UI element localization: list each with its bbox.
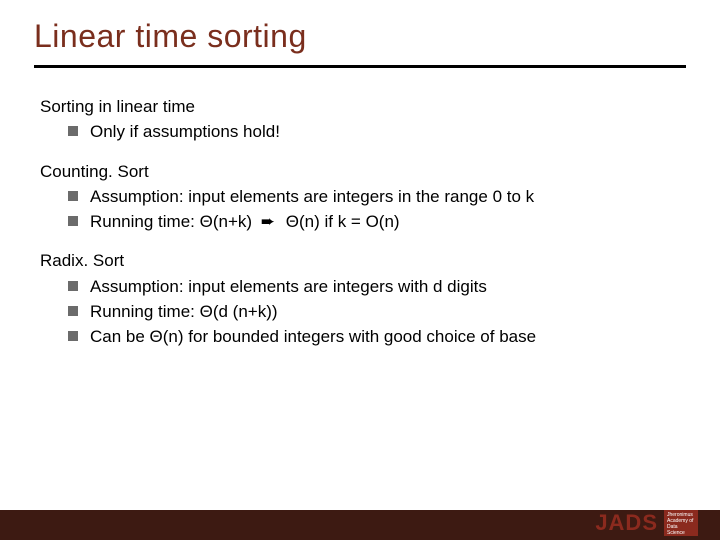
bullet-list: Assumption: input elements are integers … (40, 276, 680, 348)
list-item: Running time: Θ(d (n+k)) (68, 301, 680, 322)
list-item: Running time: Θ(n+k) ➨ Θ(n) if k = O(n) (68, 211, 680, 232)
bullet-icon (68, 281, 78, 291)
bullet-icon (68, 306, 78, 316)
bullet-list: Only if assumptions hold! (40, 121, 680, 142)
footer: JADS Jheronimus Academy of Data Science (0, 510, 720, 540)
list-item: Assumption: input elements are integers … (68, 276, 680, 297)
list-item: Only if assumptions hold! (68, 121, 680, 142)
logo: JADS Jheronimus Academy of Data Science (595, 510, 698, 536)
slide-title: Linear time sorting (0, 0, 720, 61)
section-head: Counting. Sort (40, 161, 680, 182)
slide-body: Sorting in linear time Only if assumptio… (0, 68, 720, 347)
bullet-text: Assumption: input elements are integers … (90, 187, 534, 206)
bullet-icon (68, 331, 78, 341)
bullet-text: Running time: Θ(d (n+k)) (90, 302, 278, 321)
bullet-text: Only if assumptions hold! (90, 122, 280, 141)
bullet-text: Θ(n) if k = O(n) (286, 212, 400, 231)
bullet-icon (68, 191, 78, 201)
bullet-text: Running time: Θ(n+k) (90, 212, 252, 231)
section-head: Radix. Sort (40, 250, 680, 271)
section-head: Sorting in linear time (40, 96, 680, 117)
bullet-text: Can be Θ(n) for bounded integers with go… (90, 327, 536, 346)
bullet-list: Assumption: input elements are integers … (40, 186, 680, 233)
bullet-icon (68, 126, 78, 136)
logo-box: Jheronimus Academy of Data Science (664, 510, 698, 536)
slide: Linear time sorting Sorting in linear ti… (0, 0, 720, 540)
logo-text: JADS (595, 510, 658, 536)
list-item: Can be Θ(n) for bounded integers with go… (68, 326, 680, 347)
list-item: Assumption: input elements are integers … (68, 186, 680, 207)
arrow-icon: ➨ (261, 211, 275, 232)
bullet-text: Assumption: input elements are integers … (90, 277, 487, 296)
bullet-icon (68, 216, 78, 226)
